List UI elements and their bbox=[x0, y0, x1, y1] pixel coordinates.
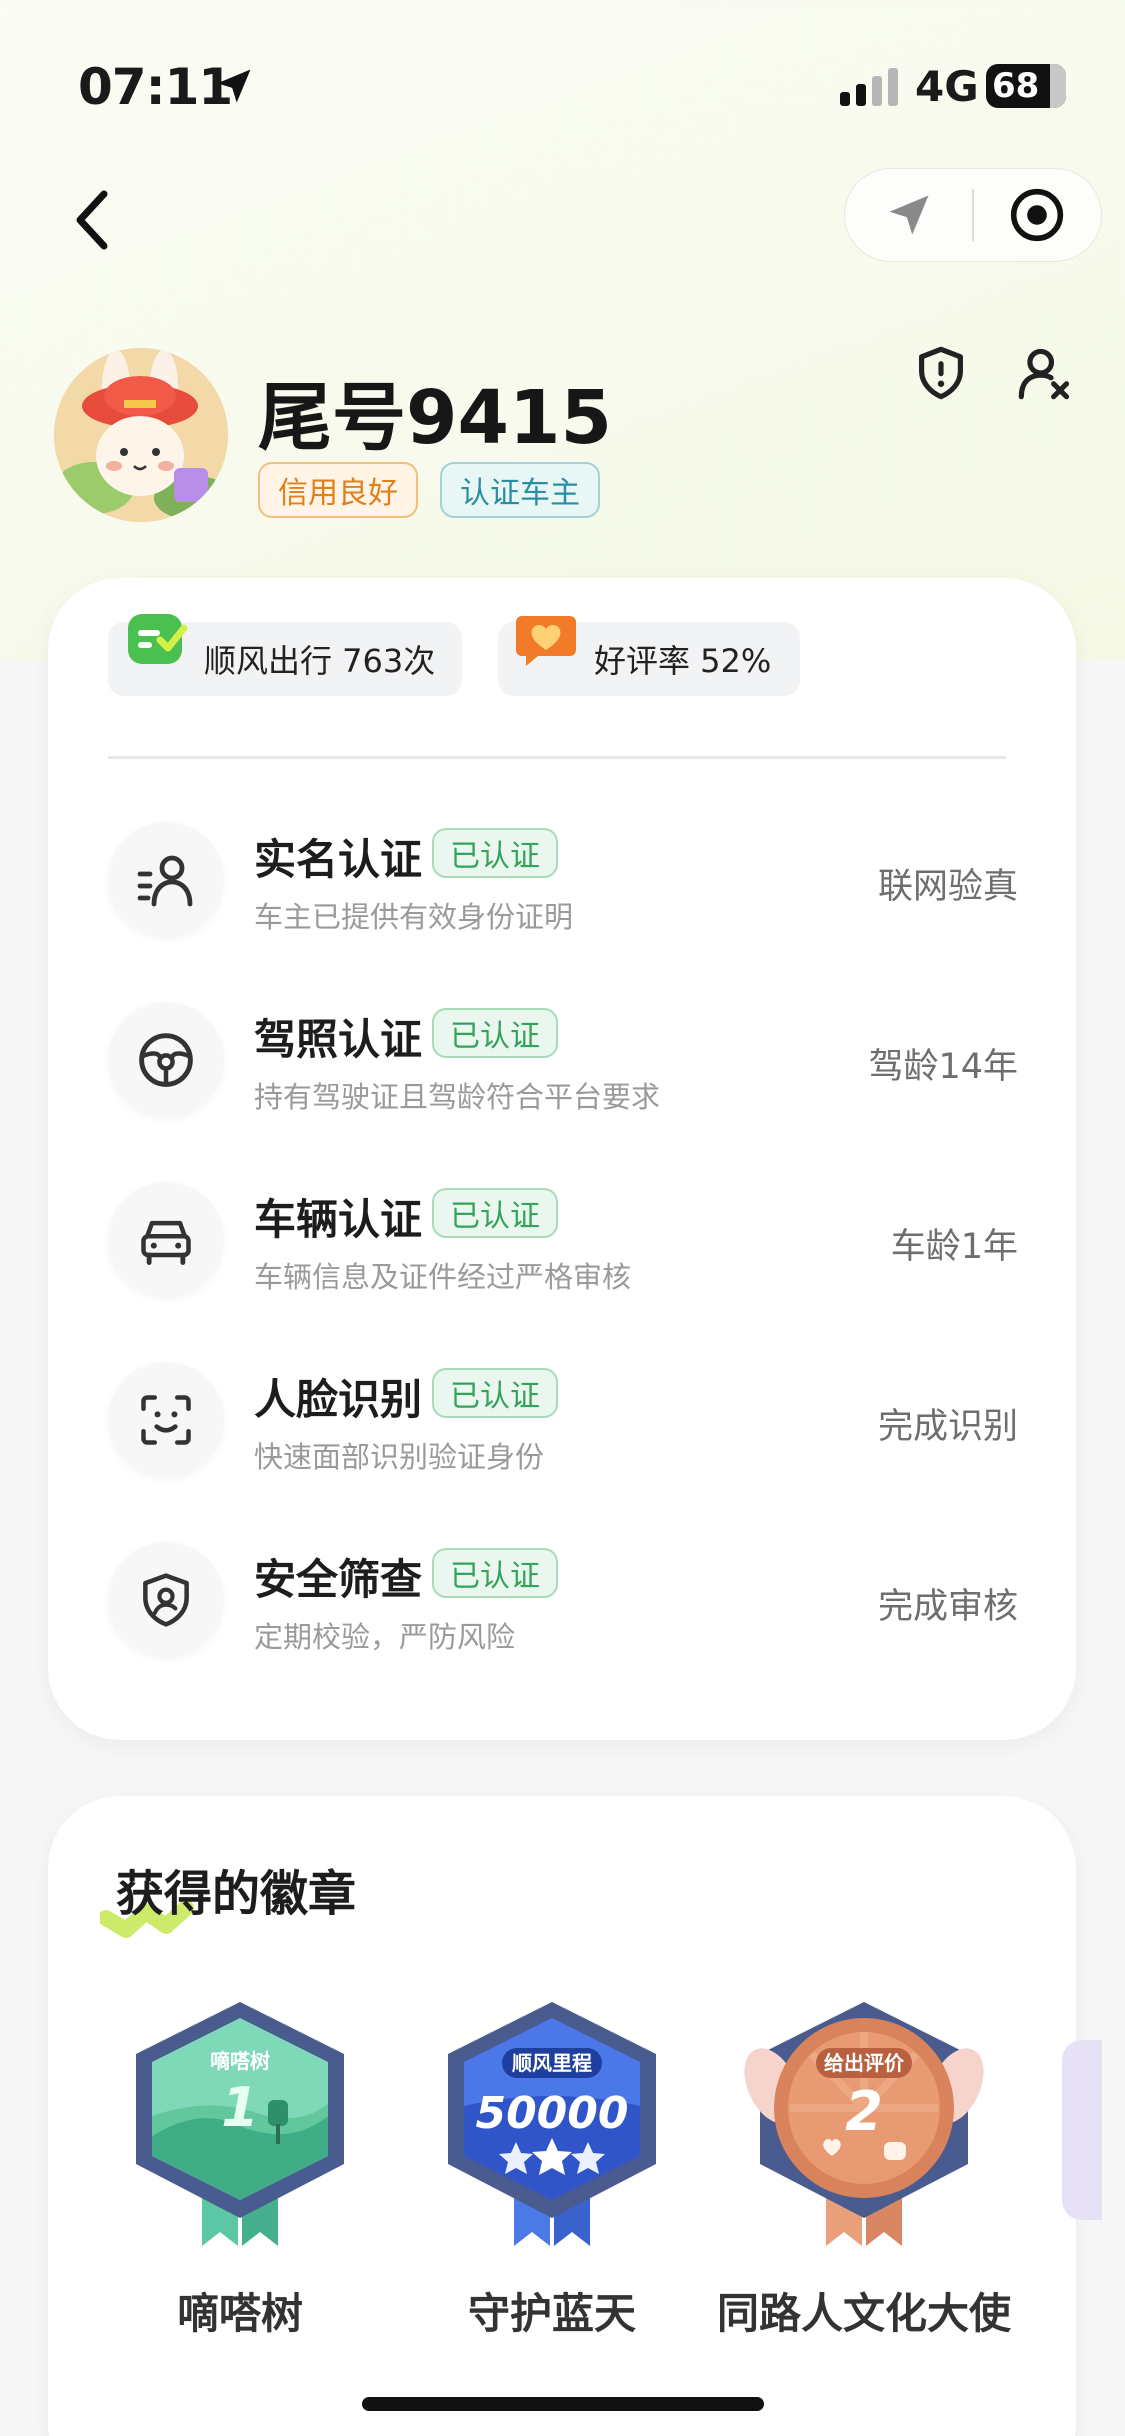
verification-subtitle: 快速面部识别验证身份 bbox=[254, 1440, 545, 1474]
verification-title: 实名认证 bbox=[254, 835, 423, 884]
verification-subtitle: 车主已提供有效身份证明 bbox=[254, 900, 574, 934]
verified-owner-tag: 认证车主 bbox=[440, 462, 600, 518]
battery-icon: 68 bbox=[986, 64, 1066, 108]
car-icon bbox=[141, 1220, 191, 1265]
face-scan-icon bbox=[141, 1395, 191, 1445]
shield-alert-icon bbox=[919, 346, 963, 400]
security-button[interactable] bbox=[906, 338, 976, 408]
verification-detail: 完成识别 bbox=[877, 1407, 1018, 1447]
verification-title: 人脸识别 bbox=[254, 1375, 423, 1424]
badges-section-title: 获得的徽章 bbox=[116, 1866, 357, 1922]
verification-title: 驾照认证 bbox=[254, 1015, 423, 1064]
home-indicator bbox=[362, 2397, 764, 2411]
verification-icon-circle bbox=[108, 1182, 224, 1298]
mini-program-capsule bbox=[844, 168, 1102, 262]
verification-title: 安全筛查 bbox=[254, 1555, 423, 1604]
verification-row[interactable]: 驾照认证 已认证 持有驾驶证且驾龄符合平台要求 驾龄14年 bbox=[108, 1002, 1018, 1152]
verification-subtitle: 定期校验，严防风险 bbox=[254, 1620, 516, 1654]
user-remove-icon bbox=[1018, 348, 1070, 400]
badge-item[interactable]: 顺风里程 50000 守护蓝天 bbox=[432, 1996, 672, 2338]
verification-detail: 车龄1年 bbox=[890, 1227, 1018, 1267]
verified-badge: 已认证 bbox=[432, 1548, 558, 1598]
next-badge-peek bbox=[1062, 2040, 1102, 2220]
verification-icon-circle bbox=[108, 1542, 224, 1658]
verification-detail: 完成审核 bbox=[877, 1587, 1018, 1627]
verified-badge: 已认证 bbox=[432, 1008, 558, 1058]
svg-text:50000: 50000 bbox=[475, 2088, 628, 2139]
svg-text:嘀嗒树: 嘀嗒树 bbox=[210, 2049, 270, 2073]
location-arrow-icon bbox=[217, 69, 251, 103]
id-person-icon bbox=[137, 855, 193, 907]
close-capsule-button[interactable] bbox=[974, 168, 1101, 262]
badge-label: 嘀嗒树 bbox=[176, 2289, 303, 2338]
svg-text:顺风里程: 顺风里程 bbox=[512, 2051, 592, 2075]
signal-icon bbox=[840, 66, 898, 106]
network-type: 4G bbox=[915, 62, 979, 111]
status-time: 07:11 bbox=[78, 58, 233, 116]
user-name: 尾号9415 bbox=[258, 375, 612, 461]
svg-text:给出评价: 给出评价 bbox=[824, 2051, 905, 2075]
verified-badge: 已认证 bbox=[432, 828, 558, 878]
badge-label: 同路人文化大使 bbox=[716, 2289, 1011, 2338]
avatar[interactable] bbox=[54, 348, 228, 522]
svg-text:2: 2 bbox=[845, 2080, 883, 2143]
rides-stat-label: 顺风出行 763次 bbox=[204, 642, 436, 680]
verification-detail: 驾龄14年 bbox=[868, 1047, 1018, 1087]
divider bbox=[108, 756, 1006, 759]
verification-icon-circle bbox=[108, 822, 224, 938]
badge-item[interactable]: 嘀嗒树 1 嘀嗒树 bbox=[120, 1996, 360, 2338]
verification-title: 车辆认证 bbox=[254, 1195, 423, 1244]
verification-row[interactable]: 车辆认证 已认证 车辆信息及证件经过严格审核 车龄1年 bbox=[108, 1182, 1018, 1332]
rating-stat-label: 好评率 52% bbox=[594, 642, 772, 680]
status-bar: 07:11 4G 68 bbox=[0, 0, 1125, 170]
badge-item[interactable]: 给出评价 2 同路人文化大使 bbox=[717, 1996, 1011, 2338]
back-button[interactable] bbox=[52, 180, 132, 260]
tree-badge-icon: 嘀嗒树 1 bbox=[136, 2002, 344, 2246]
verified-badge: 已认证 bbox=[432, 1368, 558, 1418]
verification-row[interactable]: 安全筛查 已认证 定期校验，严防风险 完成审核 bbox=[108, 1542, 1018, 1692]
block-user-button[interactable] bbox=[1010, 338, 1080, 408]
mileage-badge-icon: 顺风里程 50000 bbox=[448, 2002, 656, 2246]
verification-icon-circle bbox=[108, 1002, 224, 1118]
verification-icon-circle bbox=[108, 1362, 224, 1478]
verification-detail: 联网验真 bbox=[877, 867, 1018, 907]
verification-row[interactable]: 实名认证 已认证 车主已提供有效身份证明 联网验真 bbox=[108, 822, 1018, 972]
rides-stat: 顺风出行 763次 bbox=[108, 614, 462, 696]
credit-tag: 信用良好 bbox=[258, 462, 418, 518]
chevron-left-icon bbox=[76, 190, 108, 250]
verified-badge: 已认证 bbox=[432, 1188, 558, 1238]
location-button[interactable] bbox=[845, 168, 972, 262]
rabbit-avatar-icon bbox=[54, 348, 228, 522]
verification-subtitle: 持有驾驶证且驾龄符合平台要求 bbox=[254, 1080, 661, 1114]
ride-count-icon bbox=[128, 614, 188, 664]
battery-level: 68 bbox=[992, 66, 1040, 106]
navigation-arrow-icon bbox=[889, 195, 928, 235]
review-badge-icon: 给出评价 2 bbox=[744, 2002, 984, 2246]
verification-subtitle: 车辆信息及证件经过严格审核 bbox=[254, 1260, 632, 1294]
heart-chat-icon bbox=[516, 616, 576, 666]
verification-row[interactable]: 人脸识别 已认证 快速面部识别验证身份 完成识别 bbox=[108, 1362, 1018, 1512]
svg-text:1: 1 bbox=[221, 2076, 259, 2139]
target-circle-icon bbox=[1011, 188, 1064, 242]
shield-user-icon bbox=[143, 1573, 189, 1627]
rating-stat: 好评率 52% bbox=[498, 616, 800, 696]
badge-label: 守护蓝天 bbox=[467, 2289, 636, 2338]
steering-wheel-icon bbox=[139, 1033, 193, 1087]
